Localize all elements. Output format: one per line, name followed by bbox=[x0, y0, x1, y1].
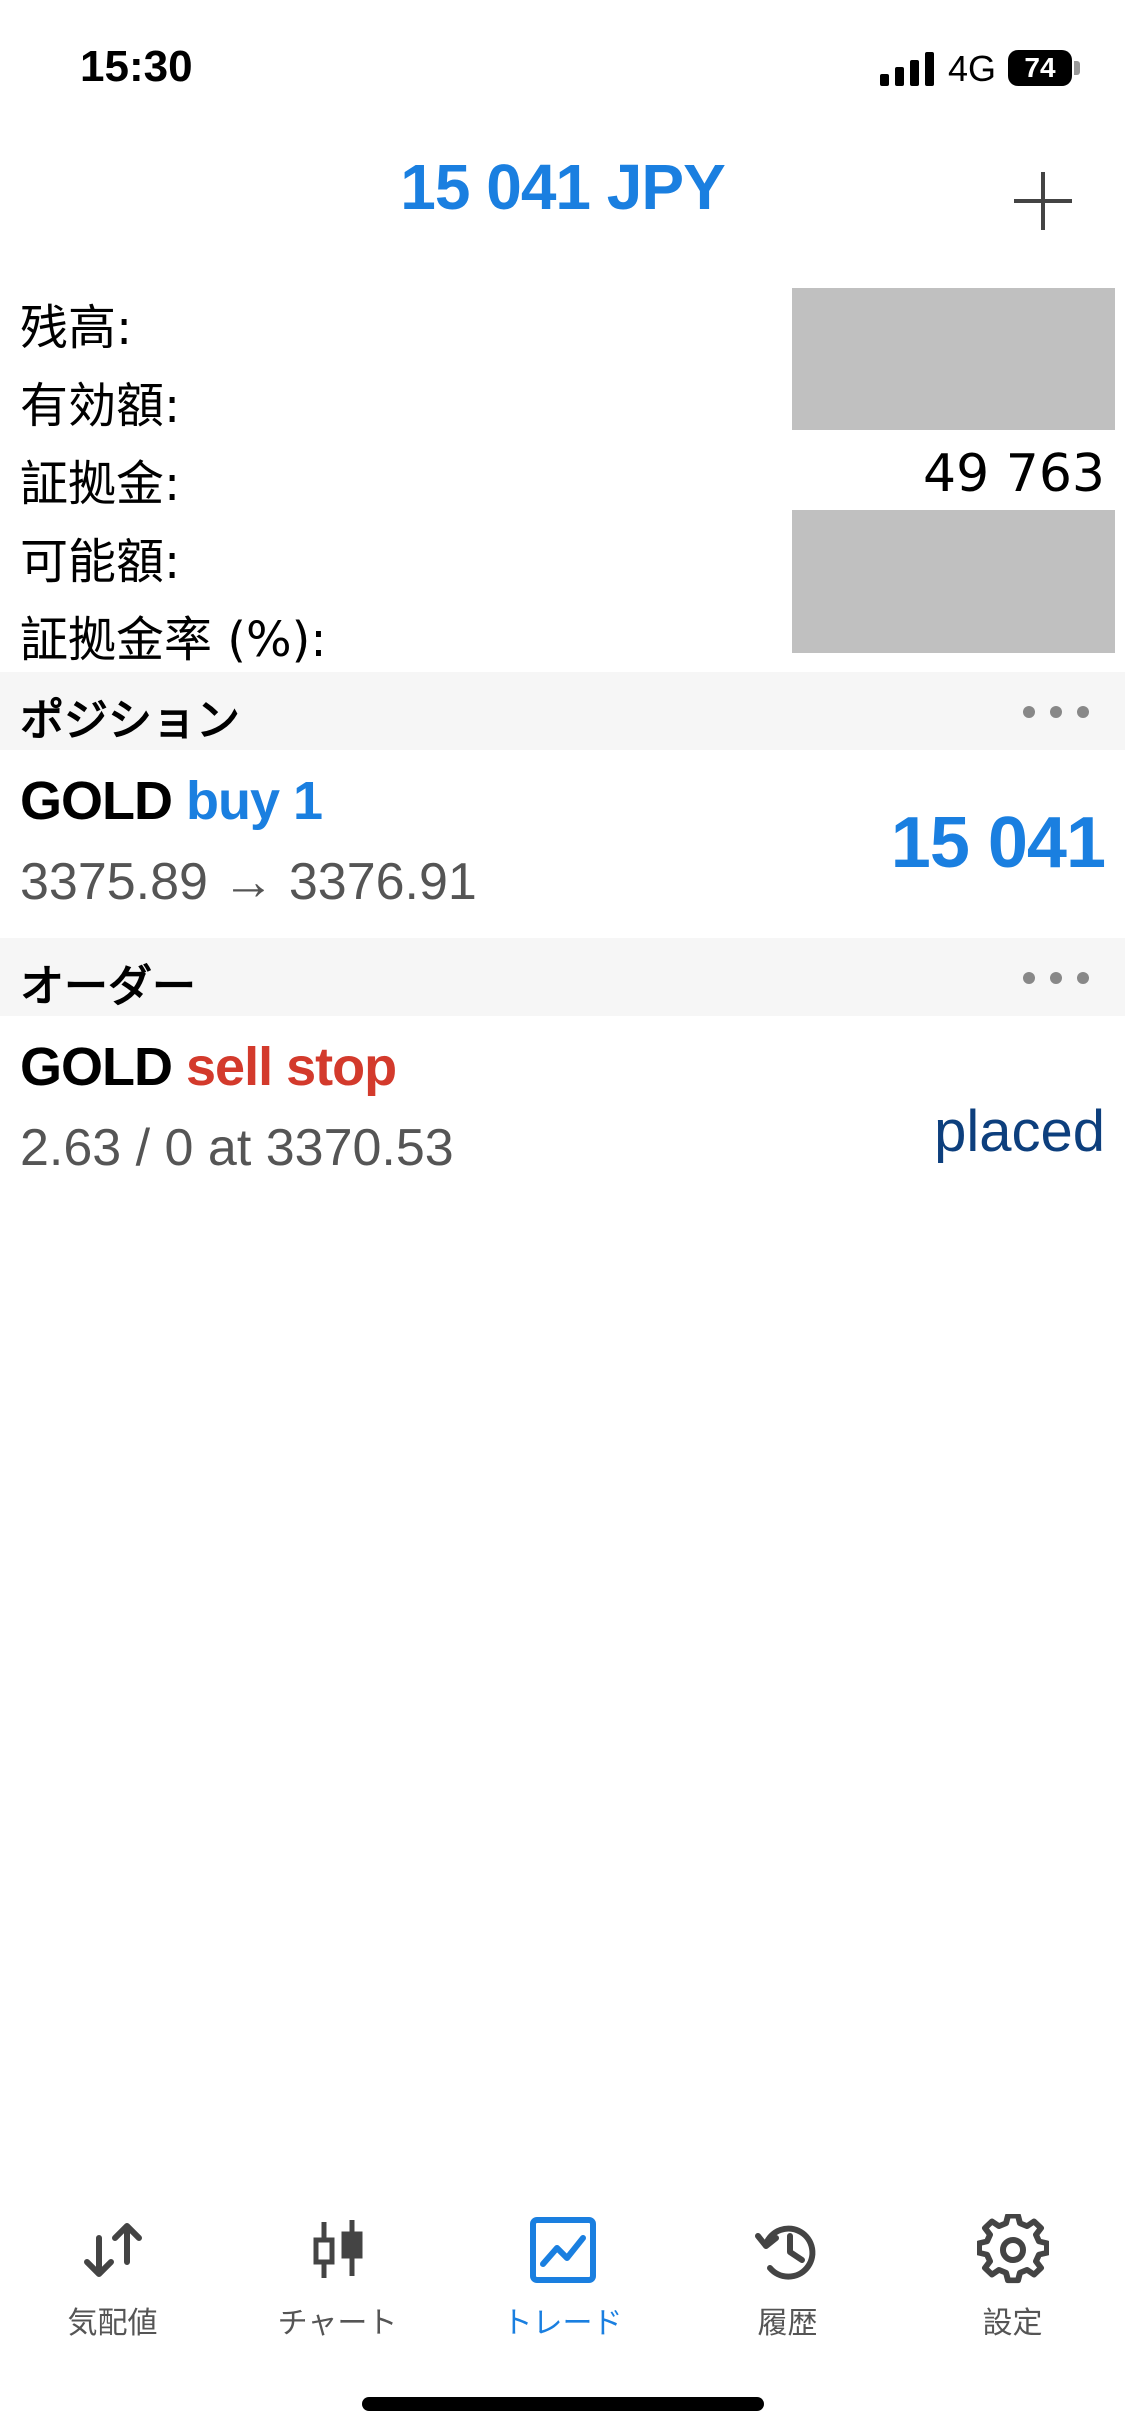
tab-trade-label: トレード bbox=[502, 2306, 623, 2341]
position-side: buy 1 bbox=[186, 771, 323, 831]
tab-quotes-label: 気配値 bbox=[67, 2306, 158, 2341]
tab-chart[interactable]: チャート bbox=[225, 2190, 450, 2350]
history-clock-icon bbox=[754, 2225, 815, 2280]
trade-line-chart-icon bbox=[529, 2217, 596, 2283]
candlestick-chart-icon bbox=[313, 2220, 362, 2278]
quotes-arrows-icon bbox=[83, 2223, 142, 2277]
orders-more-icon[interactable] bbox=[1023, 966, 1089, 988]
new-order-plus-button[interactable] bbox=[1010, 168, 1076, 234]
tab-history[interactable]: 履歴 bbox=[675, 2190, 900, 2350]
order-details: 2.63 / 0 at 3370.53 bbox=[20, 1119, 454, 1177]
cellular-signal-icon bbox=[880, 52, 934, 86]
order-side: sell stop bbox=[186, 1037, 397, 1097]
position-row[interactable]: GOLD buy 1 3375.89 → 3376.91 15 041 bbox=[0, 752, 1125, 942]
orders-section-header: オーダー bbox=[0, 938, 1125, 1016]
position-title: GOLD buy 1 bbox=[20, 770, 323, 832]
redacted-balance-equity-block bbox=[792, 288, 1115, 430]
status-time: 15:30 bbox=[80, 42, 193, 91]
account-balance-title: 15 041 JPY bbox=[400, 151, 726, 223]
order-state: placed bbox=[934, 1099, 1105, 1164]
orders-title: オーダー bbox=[20, 961, 196, 1012]
redacted-free-margin-level-block bbox=[792, 510, 1115, 653]
status-bar: 15:30 4G 74 bbox=[0, 0, 1125, 140]
battery-icon: 74 bbox=[1008, 48, 1080, 88]
balance-label: 残高: bbox=[20, 300, 133, 356]
order-title: GOLD sell stop bbox=[20, 1036, 397, 1098]
tab-history-label: 履歴 bbox=[757, 2306, 818, 2341]
positions-more-icon[interactable] bbox=[1023, 700, 1089, 722]
positions-title: ポジション bbox=[20, 695, 240, 746]
position-symbol: GOLD bbox=[20, 771, 173, 831]
order-symbol: GOLD bbox=[20, 1037, 173, 1097]
position-prices: 3375.89 → 3376.91 bbox=[20, 853, 477, 911]
position-profit: 15 041 bbox=[890, 803, 1106, 883]
equity-label: 有効額: bbox=[20, 378, 181, 434]
battery-level: 74 bbox=[1008, 50, 1072, 86]
summary-row-margin: 証拠金: 49 763 bbox=[0, 436, 1125, 514]
margin-value: 49 763 bbox=[923, 444, 1105, 504]
tab-chart-label: チャート bbox=[277, 2306, 398, 2341]
tab-quotes[interactable]: 気配値 bbox=[0, 2190, 225, 2350]
positions-section-header: ポジション bbox=[0, 672, 1125, 750]
free-margin-label: 可能額: bbox=[20, 534, 181, 590]
margin-label: 証拠金: bbox=[20, 456, 181, 512]
tab-trade[interactable]: トレード bbox=[450, 2190, 675, 2350]
order-row[interactable]: GOLD sell stop 2.63 / 0 at 3370.53 place… bbox=[0, 1018, 1125, 1208]
tab-settings-label: 設定 bbox=[982, 2306, 1043, 2341]
settings-gear-icon bbox=[976, 2214, 1049, 2284]
network-type: 4G bbox=[948, 48, 997, 89]
margin-level-label: 証拠金率 (%): bbox=[20, 612, 327, 668]
tab-settings[interactable]: 設定 bbox=[900, 2190, 1125, 2350]
bottom-tab-bar: 気配値 チャート トレード 履歴 設定 bbox=[0, 2190, 1125, 2350]
home-indicator bbox=[362, 2397, 764, 2411]
